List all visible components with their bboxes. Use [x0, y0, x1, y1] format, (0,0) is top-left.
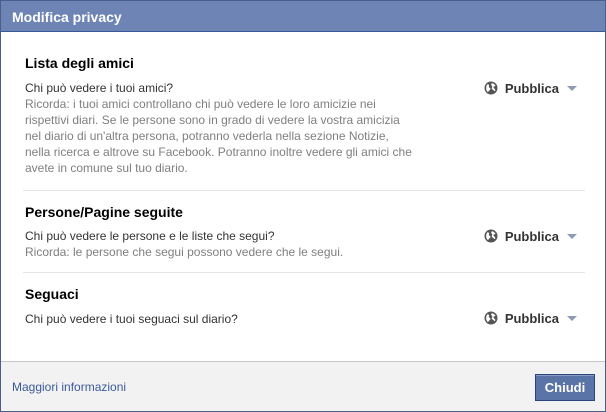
more-info-link[interactable]: Maggiori informazioni — [12, 380, 126, 394]
dialog-content: Lista degli amici Chi può vedere i tuoi … — [1, 33, 605, 361]
dialog-footer: Maggiori informazioni Chiudi — [1, 361, 605, 411]
note-line: avete in comune sul tuo diario. — [25, 161, 188, 175]
audience-label: Pubblica — [504, 310, 559, 326]
dialog-title: Modifica privacy — [1, 1, 605, 32]
audience-label: Pubblica — [504, 80, 559, 96]
note-line: Ricorda: i tuoi amici controllano chi pu… — [25, 97, 376, 111]
section-title: Lista degli amici — [25, 55, 134, 71]
note-line: rispettivi diari. Se le persone sono in … — [25, 113, 400, 127]
section-note: Ricorda: i tuoi amici controllano chi pu… — [25, 96, 455, 176]
section-question: Chi può vedere le persone e le liste che… — [25, 229, 275, 243]
section-following: Persone/Pagine seguite Chi può vedere le… — [23, 191, 585, 273]
chevron-down-icon — [567, 234, 577, 239]
section-title: Seguaci — [25, 286, 79, 302]
section-note: Ricorda: le persone che segui possono ve… — [25, 244, 455, 260]
section-question: Chi può vedere i tuoi seguaci sul diario… — [25, 312, 238, 326]
audience-selector-following[interactable]: Pubblica — [484, 227, 577, 245]
note-line: Ricorda: le persone che segui possono ve… — [25, 245, 344, 259]
audience-selector-friends[interactable]: Pubblica — [484, 79, 577, 97]
section-friends-list: Lista degli amici Chi può vedere i tuoi … — [23, 33, 585, 191]
globe-icon — [484, 229, 498, 243]
section-title: Persone/Pagine seguite — [25, 204, 183, 220]
privacy-dialog: Modifica privacy Lista degli amici Chi p… — [0, 0, 606, 412]
chevron-down-icon — [567, 86, 577, 91]
audience-label: Pubblica — [504, 228, 559, 244]
globe-icon — [484, 311, 498, 325]
chevron-down-icon — [567, 316, 577, 321]
section-followers: Seguaci Chi può vedere i tuoi seguaci su… — [23, 273, 585, 361]
note-line: nella ricerca e altrove su Facebook. Pot… — [25, 145, 412, 159]
globe-icon — [484, 81, 498, 95]
section-question: Chi può vedere i tuoi amici? — [25, 81, 174, 95]
audience-selector-followers[interactable]: Pubblica — [484, 309, 577, 327]
close-button[interactable]: Chiudi — [535, 374, 595, 401]
note-line: nel diario di un'altra persona, potranno… — [25, 129, 389, 143]
